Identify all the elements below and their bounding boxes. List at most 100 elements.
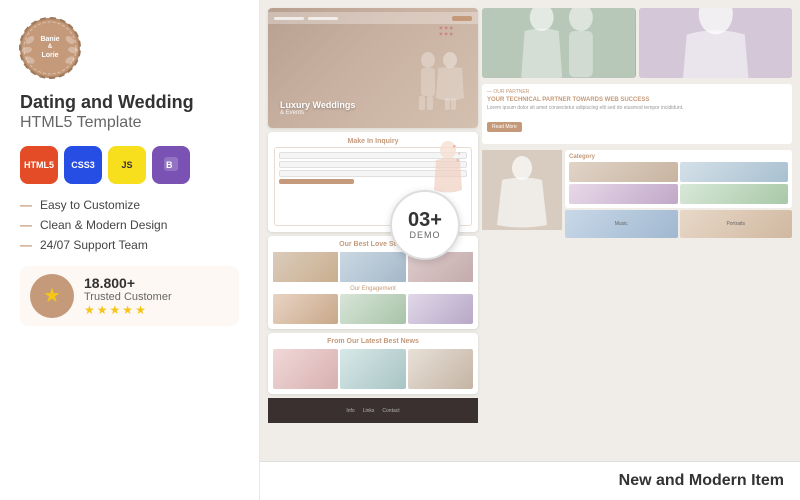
wedding-dress-photo [482, 150, 562, 230]
laurel-wreath-icon [22, 20, 78, 76]
music-label: Music [615, 221, 628, 227]
demo-badge: 03+ DEMO [390, 190, 460, 260]
css3-label: CSS3 [71, 160, 95, 170]
partner-button[interactable]: Read More [487, 122, 522, 132]
couple-photo-illustration [482, 8, 636, 78]
new-item-banner: New and Modern Item [260, 461, 800, 500]
footer-preview: Info Links Contact [268, 398, 478, 423]
nav-links [308, 17, 338, 20]
couple-silhouette-icon [408, 48, 468, 128]
engagement-item-3 [408, 294, 473, 324]
cat-item-4 [680, 184, 789, 204]
sub-title: HTML5 Template [20, 114, 239, 132]
html5-badge: HTML5 [20, 146, 58, 184]
trusted-section: ★ 18.800+ Trusted Customer ★ ★ ★ ★ ★ [20, 266, 239, 326]
portraits-card: Portraits [680, 210, 793, 238]
svg-text:♥: ♥ [456, 158, 460, 164]
nav-logo [274, 17, 304, 20]
left-panel: Banie & Lorie Dating and Wedding HTML5 T… [0, 0, 260, 500]
music-card: Music [565, 210, 678, 238]
star-4: ★ [122, 303, 133, 317]
feature-item-2: Clean & Modern Design [20, 218, 239, 232]
preview-container: Luxury Weddings & Events [260, 0, 800, 461]
feature-item-1: Easy to Customize [20, 198, 239, 212]
demo-number: 03+ [408, 210, 442, 230]
engagement-item-2 [340, 294, 405, 324]
footer-link-2: Links [363, 408, 375, 414]
news-grid [273, 349, 473, 389]
engagement-grid [273, 294, 473, 324]
hero-subtitle: & Events [280, 110, 355, 116]
cat-item-1 [569, 162, 678, 182]
logo-area: Banie & Lorie [20, 18, 239, 78]
nav-bar [268, 12, 478, 24]
logo-badge: Banie & Lorie [20, 18, 80, 78]
story-photo-overlay-2 [340, 252, 405, 282]
trusted-count: 18.800+ [84, 275, 172, 291]
feature-item-3: 24/07 Support Team [20, 238, 239, 252]
tech-badges-row: HTML5 CSS3 JS B [20, 146, 239, 184]
nav-cta-button [452, 16, 472, 21]
svg-text:♥: ♥ [453, 144, 456, 150]
css3-badge: CSS3 [64, 146, 102, 184]
stars-row: ★ ★ ★ ★ ★ [84, 303, 172, 317]
cat-item-3 [569, 184, 678, 204]
news-item-3 [408, 349, 473, 389]
partner-subtitle: — OUR PARTNER [487, 89, 787, 95]
bride-photo-card [639, 8, 793, 78]
bs-label: B [163, 156, 179, 174]
svg-text:B: B [166, 160, 173, 170]
star-3: ★ [110, 303, 121, 317]
category-grid [569, 162, 788, 204]
mid-large-photo [482, 150, 562, 230]
story-photo-overlay-1 [273, 252, 338, 282]
partner-description: Lorem ipsum dolor sit amet consectetur a… [487, 105, 787, 112]
mid-right-col: Category Music Portraits [565, 150, 792, 238]
preview-col-right: — OUR PARTNER YOUR TECHNICAL PARTNER TOW… [482, 8, 792, 453]
svg-text:♥: ♥ [458, 151, 461, 156]
story-item-1 [273, 252, 338, 282]
story-grid [273, 252, 473, 282]
star-icon: ★ [43, 283, 61, 308]
partner-section: — OUR PARTNER YOUR TECHNICAL PARTNER TOW… [482, 84, 792, 144]
cat-item-2 [680, 162, 789, 182]
main-title: Dating and Wedding [20, 92, 239, 114]
bootstrap-badge: B [152, 146, 190, 184]
hero-title: Luxury Weddings [280, 100, 355, 110]
footer-link-3: Contact [382, 408, 399, 414]
engagement-item-1 [273, 294, 338, 324]
couple-photo-card [482, 8, 636, 78]
js-badge: JS [108, 146, 146, 184]
news-item-2 [340, 349, 405, 389]
bootstrap-icon: B [163, 156, 179, 172]
html5-label: HTML5 [24, 160, 54, 170]
star-5: ★ [135, 303, 146, 317]
feature-text-2: Clean & Modern Design [40, 218, 167, 232]
news-preview-card: From Our Latest Best News [268, 333, 478, 394]
hero-section: Luxury Weddings & Events [268, 8, 478, 128]
right-panel: 03+ DEMO Luxury Weddings & Events [260, 0, 800, 500]
news-title: From Our Latest Best News [273, 338, 473, 345]
category-card: Category [565, 150, 792, 208]
music-portraits-row: Music Portraits [565, 210, 792, 238]
bride-photo-illustration [639, 8, 793, 78]
star-2: ★ [97, 303, 108, 317]
category-title: Category [569, 154, 788, 160]
footer-link-1: Info [346, 408, 354, 414]
star-1: ★ [84, 303, 95, 317]
star-icon-wrap: ★ [30, 274, 74, 318]
trusted-label: Trusted Customer [84, 291, 172, 303]
hero-text-block: Luxury Weddings & Events [274, 86, 361, 122]
hero-preview-card: Luxury Weddings & Events [268, 8, 478, 128]
partner-title: YOUR TECHNICAL PARTNER TOWARDS WEB SUCCE… [487, 97, 787, 103]
news-item-1 [273, 349, 338, 389]
engagement-label: Our Engagement [273, 286, 473, 292]
js-label: JS [121, 160, 132, 170]
feature-text-1: Easy to Customize [40, 198, 140, 212]
heart-decoration: ♥ ♥ ♥♥ ♥ ♥ [439, 26, 453, 38]
features-list: Easy to Customize Clean & Modern Design … [20, 198, 239, 252]
top-photos-grid [482, 8, 792, 78]
new-item-text: New and Modern Item [619, 472, 784, 490]
submit-button-mini [279, 179, 354, 184]
trusted-text-block: 18.800+ Trusted Customer ★ ★ ★ ★ ★ [84, 275, 172, 317]
